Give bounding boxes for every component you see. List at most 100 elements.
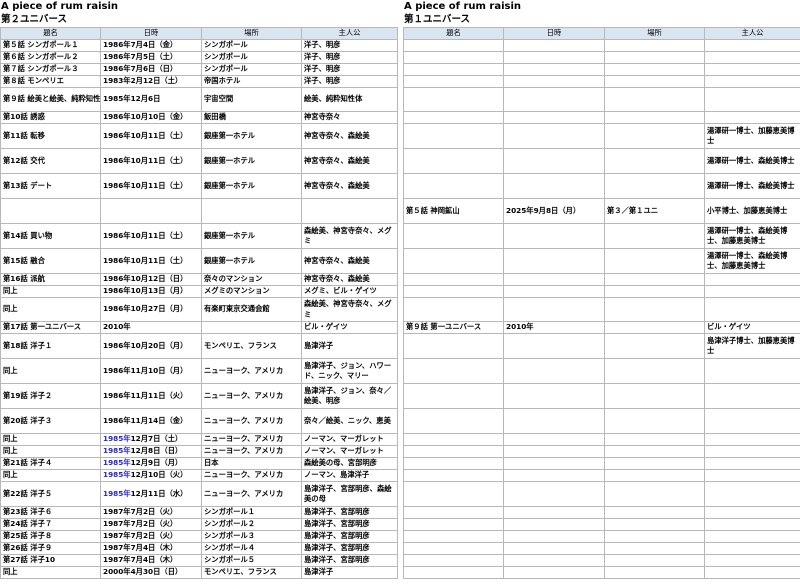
protagonist-cell (704, 469, 800, 482)
place-cell (201, 321, 302, 334)
datetime-cell: 1985年12月9日（月） (100, 457, 202, 470)
place-cell: モンペリエ、フランス (201, 566, 302, 579)
protagonist-cell (704, 457, 800, 470)
datetime-cell (503, 566, 605, 579)
place-cell: 日本 (201, 457, 302, 470)
datetime-cell (503, 173, 605, 199)
episode-title-cell: 第10話 誘惑 (0, 111, 101, 124)
protagonist-cell: 森絵美の母、宮部明彦 (301, 457, 398, 470)
datetime-cell: 1986年10月11日（土） (100, 148, 202, 174)
place-cell (604, 408, 705, 434)
table-row (403, 542, 800, 555)
datetime-cell (503, 285, 605, 298)
place-cell: シンガポール (201, 63, 302, 76)
episode-title-cell (403, 481, 504, 507)
protagonist-cell: ビル・ゲイツ (704, 321, 800, 334)
place-cell: シンガポール３ (201, 530, 302, 543)
episode-title-cell: 第26話 洋子９ (0, 542, 101, 555)
protagonist-cell: 森絵美、神宮寺奈々、メグミ (301, 297, 398, 322)
table-row: 第８話 モンペリエ 1983年2月12日（土） 帝国ホテル 洋子、明彦 (0, 75, 398, 88)
datetime-cell (503, 358, 605, 384)
table-row: 第22話 洋子５ 1985年12月11日（水） ニューヨーク、アメリカ 島津洋子、宮部… (0, 481, 398, 507)
datetime-cell (503, 433, 605, 446)
episode-title-cell: 第14話 買い物 (0, 223, 101, 249)
table-row (403, 445, 800, 458)
place-cell (604, 383, 705, 409)
place-cell: ニューヨーク、アメリカ (201, 383, 302, 409)
protagonist-cell: 小平博士、加藤恵美博士 (704, 198, 800, 224)
table-row (403, 285, 800, 298)
datetime-cell (503, 333, 605, 359)
protagonist-cell: 洋子、明彦 (301, 51, 398, 64)
episode-title-cell: 第25話 洋子８ (0, 530, 101, 543)
datetime-cell (503, 39, 605, 52)
episode-title-cell (403, 273, 504, 286)
place-cell (604, 39, 705, 52)
table-row: 第20話 洋子３ 1986年11月14日（金） ニューヨーク、アメリカ 奈々／絵美、ニ… (0, 408, 398, 434)
datetime-cell (503, 87, 605, 112)
datetime-cell: 1986年10月12日（日） (100, 273, 202, 286)
episode-title-cell: 第５話 シンガポール１ (0, 39, 101, 52)
table-row: 第24話 洋子７ 1987年7月2日（火） シンガポール２ 島津洋子、宮部明彦 (0, 518, 398, 531)
protagonist-cell: 島津洋子、宮部明彦 (301, 554, 398, 567)
place-cell (604, 554, 705, 567)
datetime-cell: 1987年7月4日（木） (100, 542, 202, 555)
place-cell: 銀座第一ホテル (201, 123, 302, 149)
episode-title-cell (403, 75, 504, 88)
protagonist-cell (704, 273, 800, 286)
protagonist-cell (704, 481, 800, 507)
protagonist-cell: 湯澤研一博士、森絵美博士、加藤恵美博士 (704, 248, 800, 274)
episode-title-cell (403, 469, 504, 482)
table-row (0, 198, 398, 224)
date-remainder: 12月7日（土） (130, 434, 183, 444)
episode-title-cell (403, 506, 504, 519)
date-remainder: 12月11日（水） (130, 488, 188, 498)
episode-title-cell: 第18話 洋子１ (0, 333, 101, 359)
datetime-cell (503, 530, 605, 543)
table-row (403, 554, 800, 567)
episode-title-cell: 第21話 洋子４ (0, 457, 101, 470)
place-cell (604, 321, 705, 334)
protagonist-cell: 神宮寺奈々、森絵美 (301, 273, 398, 286)
table-row: 湯澤研一博士、森絵美博士、加藤恵美博士 (403, 223, 800, 249)
datetime-cell: 1987年7月2日（火） (100, 530, 202, 543)
datetime-cell (503, 111, 605, 124)
episode-title-cell (403, 554, 504, 567)
episode-title-cell (403, 530, 504, 543)
place-cell (604, 530, 705, 543)
place-cell: 有楽町東京交通会館 (201, 297, 302, 322)
datetime-cell: 1985年12月8日（日） (100, 445, 202, 458)
protagonist-cell (704, 530, 800, 543)
episode-title-cell (403, 123, 504, 149)
episode-title-cell: 第６話 シンガポール２ (0, 51, 101, 64)
protagonist-cell: 絵美、純粋知性体 (301, 87, 398, 112)
episode-title-cell (403, 39, 504, 52)
table-row: 第７話 シンガポール３ 1986年7月6日（日） シンガポール 洋子、明彦 (0, 63, 398, 76)
place-cell (604, 333, 705, 359)
place-cell: ニューヨーク、アメリカ (201, 469, 302, 482)
table-row: 湯澤研一博士、森絵美博士 (403, 148, 800, 174)
place-cell (604, 51, 705, 64)
protagonist-cell: 神宮寺奈々、森絵美 (301, 173, 398, 199)
datetime-cell (503, 554, 605, 567)
header-row: 題名 日時 場所 主人公 (0, 27, 398, 40)
episode-title-cell (0, 198, 101, 224)
place-cell: ニューヨーク、アメリカ (201, 445, 302, 458)
table-body: 第５話 シンガポール１ 1986年7月4日（金） シンガポール 洋子、明彦 第６話 シン… (0, 39, 398, 579)
episode-title-cell (403, 542, 504, 555)
table-row: 第５話 神岡鉱山 2025年9月8日（月） 第３／第１ユニ 小平博士、加藤恵美博士 (403, 198, 800, 224)
protagonist-cell: 洋子、明彦 (301, 63, 398, 76)
protagonist-cell: 洋子、明彦 (301, 39, 398, 52)
datetime-cell: 1986年10月11日（土） (100, 223, 202, 249)
datetime-cell: 1986年7月6日（日） (100, 63, 202, 76)
protagonist-cell: 島津洋子博士、加藤恵美博士 (704, 333, 800, 359)
episode-title-cell: 第11話 転移 (0, 123, 101, 149)
table-row: 第18話 洋子１ 1986年10月20日（月） モンペリエ、フランス 島津洋子 (0, 333, 398, 359)
header-row: 題名 日時 場所 主人公 (403, 27, 800, 40)
table-row: 第12話 交代 1986年10月11日（土） 銀座第一ホテル 神宮寺奈々、森絵美 (0, 148, 398, 174)
left-sheet: A piece of rum raisin 第２ユニバース 題名 日時 場所 主… (0, 0, 398, 579)
datetime-cell (503, 75, 605, 88)
datetime-cell (503, 408, 605, 434)
table-row (403, 408, 800, 434)
protagonist-cell: 湯澤研一博士、森絵美博士 (704, 148, 800, 174)
